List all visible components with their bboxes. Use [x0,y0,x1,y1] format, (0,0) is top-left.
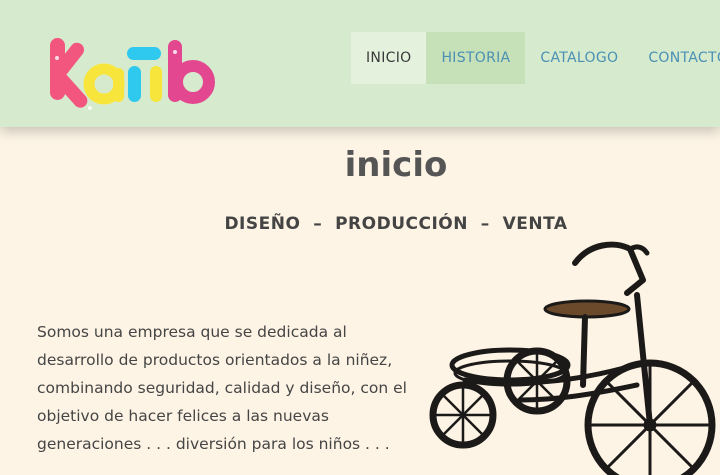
nav-historia[interactable]: HISTORIA [426,32,526,84]
nav-inicio[interactable]: INICIO [351,32,427,84]
intro-paragraph: Somos una empresa que se dedicada al des… [37,323,407,453]
tricycle-illustration [429,241,716,475]
nav-contacto[interactable]: CONTACTO [633,32,720,84]
page-title: inicio [344,145,448,185]
main-nav: INICIO HISTORIA CATALOGO CONTACTO [351,32,720,84]
logo-graphic [50,38,215,110]
tagline: DISEÑO – PRODUCCIÓN – VENTA [224,214,568,234]
site-logo[interactable] [40,30,230,125]
nav-catalogo[interactable]: CATALOGO [525,32,633,84]
site-header: INICIO HISTORIA CATALOGO CONTACTO [0,0,720,127]
tricycle-image [425,235,720,475]
